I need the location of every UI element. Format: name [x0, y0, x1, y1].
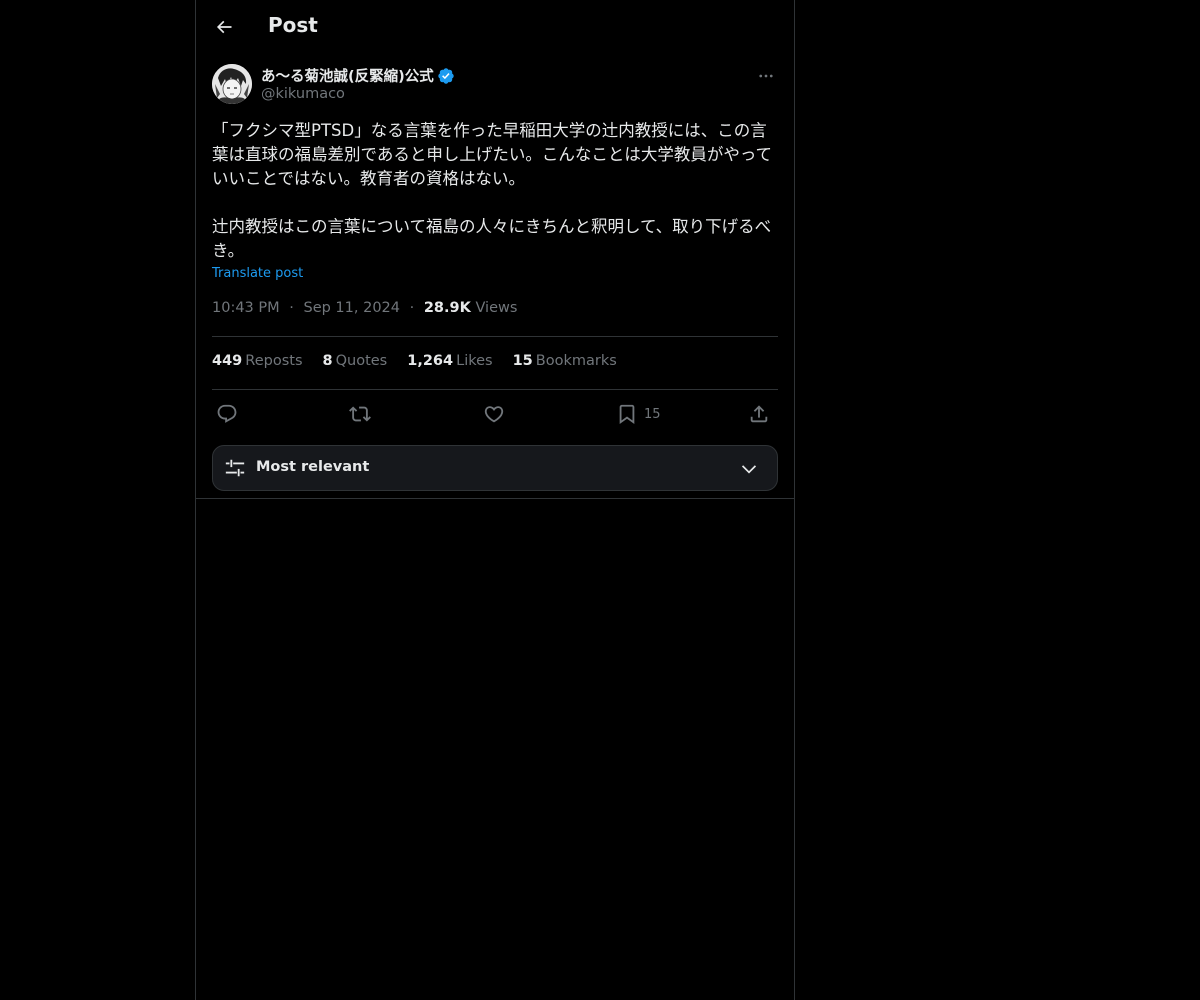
repost-button[interactable] — [349, 399, 371, 429]
bookmark-count: 15 — [644, 406, 661, 422]
share-icon — [750, 405, 768, 423]
user-handle[interactable]: @kikumaco — [261, 86, 345, 102]
reposts-count: 449 — [212, 353, 243, 369]
verified-badge-icon — [438, 67, 454, 84]
reply-icon — [217, 404, 237, 423]
reposts-stat[interactable]: 449 Reposts — [212, 353, 303, 369]
post-meta: 10:43 PM · Sep 11, 2024 · 28.9K Views — [212, 300, 517, 316]
divider — [212, 389, 778, 390]
divider — [212, 336, 778, 337]
display-name[interactable]: あ〜る菊池誠(反緊縮)公式 — [261, 65, 434, 86]
post-date[interactable]: Sep 11, 2024 — [303, 300, 400, 316]
more-horizontal-icon — [759, 74, 773, 78]
avatar[interactable] — [212, 64, 252, 104]
views-count: 28.9K — [423, 300, 471, 316]
reposts-label: Reposts — [245, 353, 303, 369]
main-column: Post あ〜る菊池誠(反緊縮)公式 @kikumaco 「フクシマ型PTSD」… — [195, 0, 795, 1000]
actions-row: 15 — [212, 399, 778, 429]
likes-stat[interactable]: 1,264 Likes — [407, 353, 492, 369]
sort-label: Most relevant — [256, 459, 370, 475]
post-text: 「フクシマ型PTSD」なる言葉を作った早稲田大学の辻内教授には、この言葉は直球の… — [212, 121, 773, 260]
more-options-button[interactable] — [754, 64, 778, 88]
reply-sort-dropdown[interactable]: Most relevant — [212, 445, 778, 491]
quotes-count: 8 — [322, 353, 333, 369]
share-button[interactable] — [748, 399, 770, 429]
stats-row: 449 Reposts 8 Quotes 1,264 Likes 15 Bookmark… — [212, 353, 617, 369]
heart-icon — [484, 406, 504, 423]
likes-label: Likes — [456, 353, 493, 369]
like-button[interactable] — [483, 399, 505, 429]
bookmark-button[interactable]: 15 — [616, 399, 661, 429]
bookmarks-stat[interactable]: 15 Bookmarks — [513, 353, 617, 369]
back-button[interactable] — [208, 11, 240, 43]
views-label: Views — [475, 300, 518, 316]
author-row: あ〜る菊池誠(反緊縮)公式 @kikumaco — [212, 64, 778, 106]
chevron-down-icon — [741, 465, 757, 474]
quotes-stat[interactable]: 8 Quotes — [323, 353, 388, 369]
page-title: Post — [268, 13, 318, 37]
bookmarks-label: Bookmarks — [535, 353, 617, 369]
arrow-left-icon — [216, 20, 232, 34]
post-time[interactable]: 10:43 PM — [212, 300, 280, 316]
avatar-image — [212, 64, 252, 104]
meta-separator: · — [289, 300, 294, 316]
page-header: Post — [196, 0, 794, 54]
likes-count: 1,264 — [407, 353, 454, 369]
reply-button[interactable] — [216, 399, 238, 429]
display-name-wrap[interactable]: あ〜る菊池誠(反緊縮)公式 — [261, 65, 455, 86]
meta-separator: · — [409, 300, 415, 316]
bookmark-icon — [619, 404, 635, 425]
bookmarks-count: 15 — [512, 353, 533, 369]
repost-icon — [349, 406, 371, 422]
section-bottom-border — [196, 498, 794, 499]
sliders-icon — [225, 459, 245, 477]
translate-post-link[interactable]: Translate post — [212, 266, 303, 281]
quotes-label: Quotes — [335, 353, 388, 369]
